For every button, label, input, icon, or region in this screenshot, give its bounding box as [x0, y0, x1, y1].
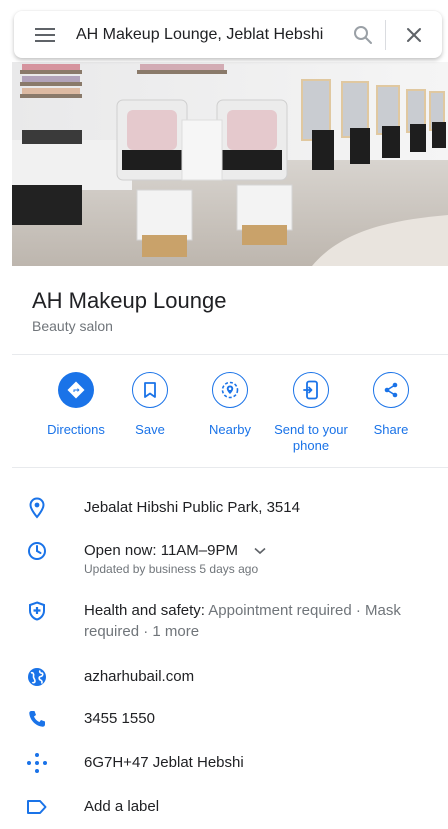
chevron-down-icon[interactable] — [254, 547, 266, 555]
nearby-label: Nearby — [209, 422, 251, 437]
action-bar: Directions Save Nearby Send to your phon… — [12, 355, 448, 467]
plus-code-icon — [25, 751, 49, 775]
save-circle — [132, 372, 168, 408]
address-text: Jebalat Hibshi Public Park, 3514 — [84, 499, 300, 516]
hours-status: Open now: — [84, 542, 157, 559]
send-to-phone-icon — [303, 380, 318, 400]
bookmark-icon — [144, 382, 156, 398]
directions-icon — [67, 381, 85, 399]
save-button[interactable]: Save — [110, 372, 190, 438]
share-button[interactable]: Share — [351, 372, 431, 438]
directions-circle — [58, 372, 94, 408]
search-button[interactable] — [341, 11, 385, 58]
plus-code-text: 6G7H+47 Jeblat Hebshi — [84, 754, 244, 771]
health-details-2: required · 1 more — [84, 623, 200, 640]
hours-range: 11AM–9PM — [160, 542, 238, 559]
send-label-line1: Send to your — [274, 422, 348, 437]
phone-icon — [25, 707, 49, 731]
divider — [12, 467, 448, 468]
website-link[interactable]: azharhubail.com — [84, 666, 436, 687]
health-shield-icon — [25, 599, 49, 623]
hamburger-icon — [35, 27, 55, 42]
send-to-phone-button[interactable]: Send to your phone — [271, 372, 351, 454]
share-circle — [373, 372, 409, 408]
health-text: Health and safety: Appointment required … — [84, 600, 436, 642]
close-icon — [407, 27, 421, 42]
save-label: Save — [135, 422, 165, 437]
directions-label: Directions — [47, 422, 105, 437]
place-name: AH Makeup Lounge — [32, 288, 227, 313]
nearby-icon — [221, 381, 239, 399]
search-bar: AH Makeup Lounge, Jeblat Hebshi — [14, 11, 442, 58]
phone-number[interactable]: 3455 1550 — [84, 708, 436, 729]
search-input[interactable]: AH Makeup Lounge, Jeblat Hebshi — [76, 11, 341, 58]
share-icon — [384, 382, 398, 398]
place-header: AH Makeup Lounge Beauty salon — [0, 266, 448, 354]
close-button[interactable] — [386, 11, 442, 58]
place-category[interactable]: Beauty salon — [32, 318, 113, 334]
label-tag-icon — [25, 795, 49, 819]
hours-text: Open now: 11AM–9PM Updated by business 5… — [84, 540, 436, 577]
search-icon — [354, 25, 372, 44]
send-label-line2: phone — [292, 438, 330, 453]
globe-icon — [25, 665, 49, 689]
health-details-1: Appointment required · Mask — [208, 602, 401, 619]
send-to-phone-label: Send to your phone — [271, 422, 351, 454]
health-title: Health and safety: — [84, 602, 205, 619]
location-pin-icon — [25, 496, 49, 520]
hours-updated: Updated by business 5 days ago — [84, 562, 259, 576]
menu-button[interactable] — [14, 11, 76, 58]
send-circle — [293, 372, 329, 408]
directions-button[interactable]: Directions — [36, 372, 116, 438]
add-label-text[interactable]: Add a label — [84, 796, 436, 817]
clock-icon — [25, 539, 49, 563]
nearby-button[interactable]: Nearby — [190, 372, 270, 438]
nearby-circle — [212, 372, 248, 408]
share-label: Share — [373, 422, 409, 437]
